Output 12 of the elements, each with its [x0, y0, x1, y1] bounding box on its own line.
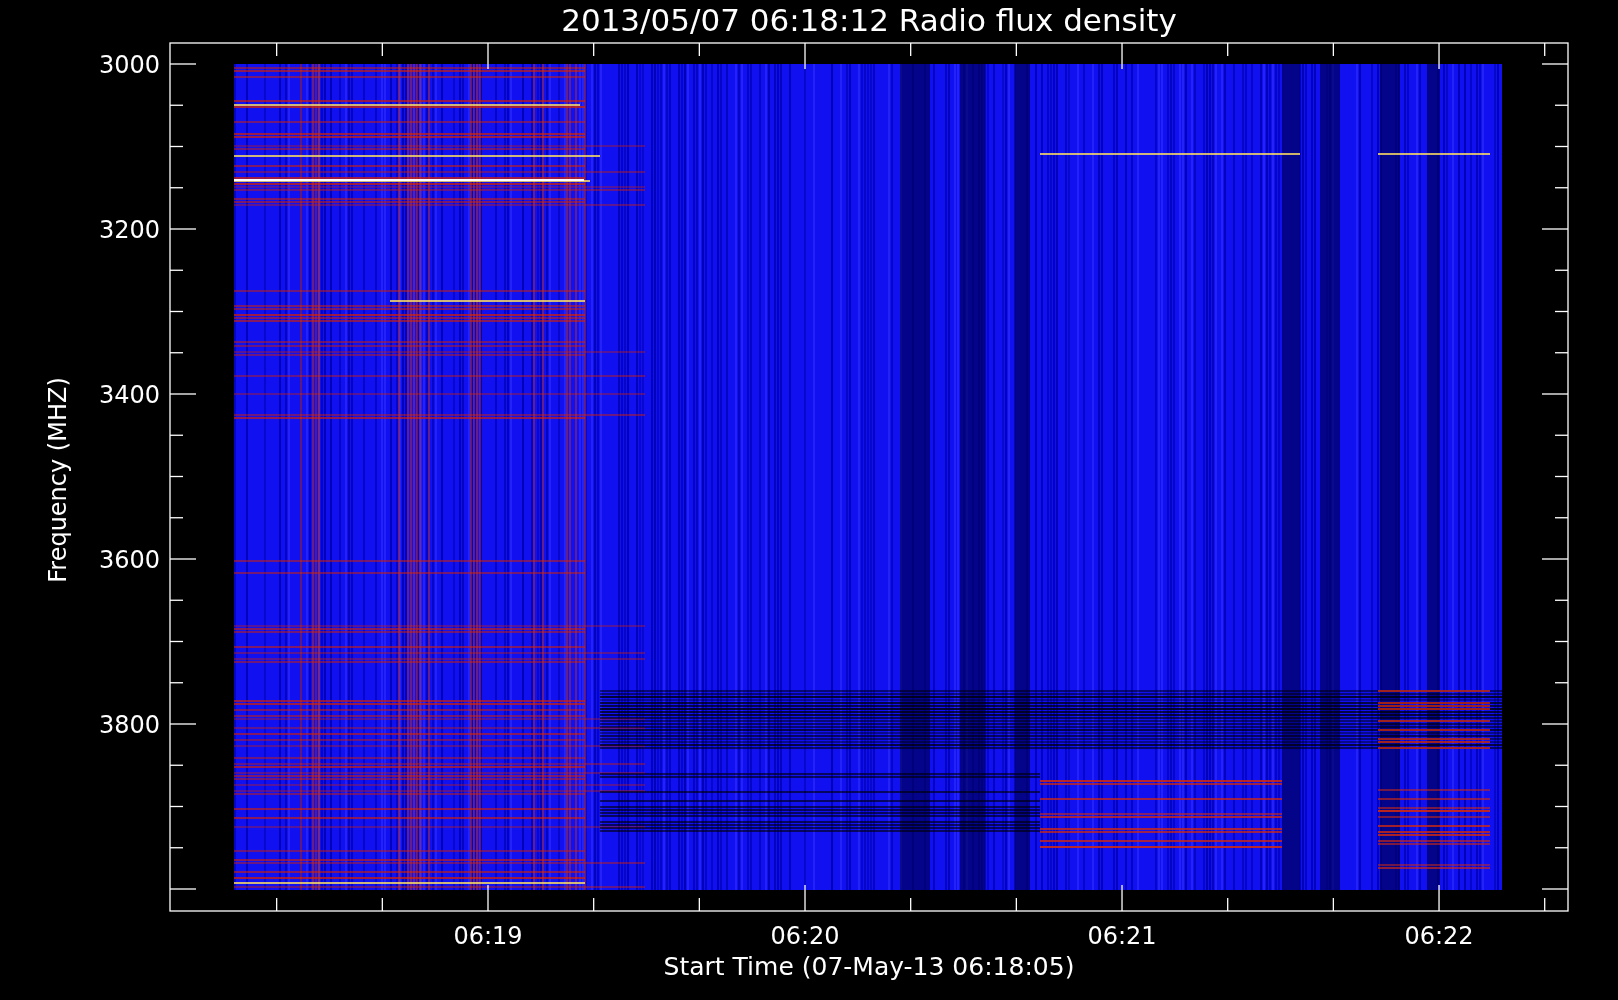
y-tick-label: 3400 — [98, 381, 160, 409]
y-axis-label: Frequency (MHZ) — [44, 377, 72, 583]
x-tick-label: 06:22 — [1404, 922, 1474, 950]
x-tick-label: 06:20 — [770, 922, 840, 950]
x-tick-label: 06:21 — [1087, 922, 1157, 950]
y-tick-label: 3600 — [98, 546, 160, 574]
chart-title: 2013/05/07 06:18:12 Radio flux density — [561, 2, 1177, 38]
y-tick-label: 3000 — [98, 51, 160, 79]
y-tick-label: 3800 — [98, 711, 160, 739]
x-tick-label: 06:19 — [453, 922, 523, 950]
x-axis-label: Start Time (07-May-13 06:18:05) — [663, 952, 1075, 981]
y-tick-label: 3200 — [98, 216, 160, 244]
